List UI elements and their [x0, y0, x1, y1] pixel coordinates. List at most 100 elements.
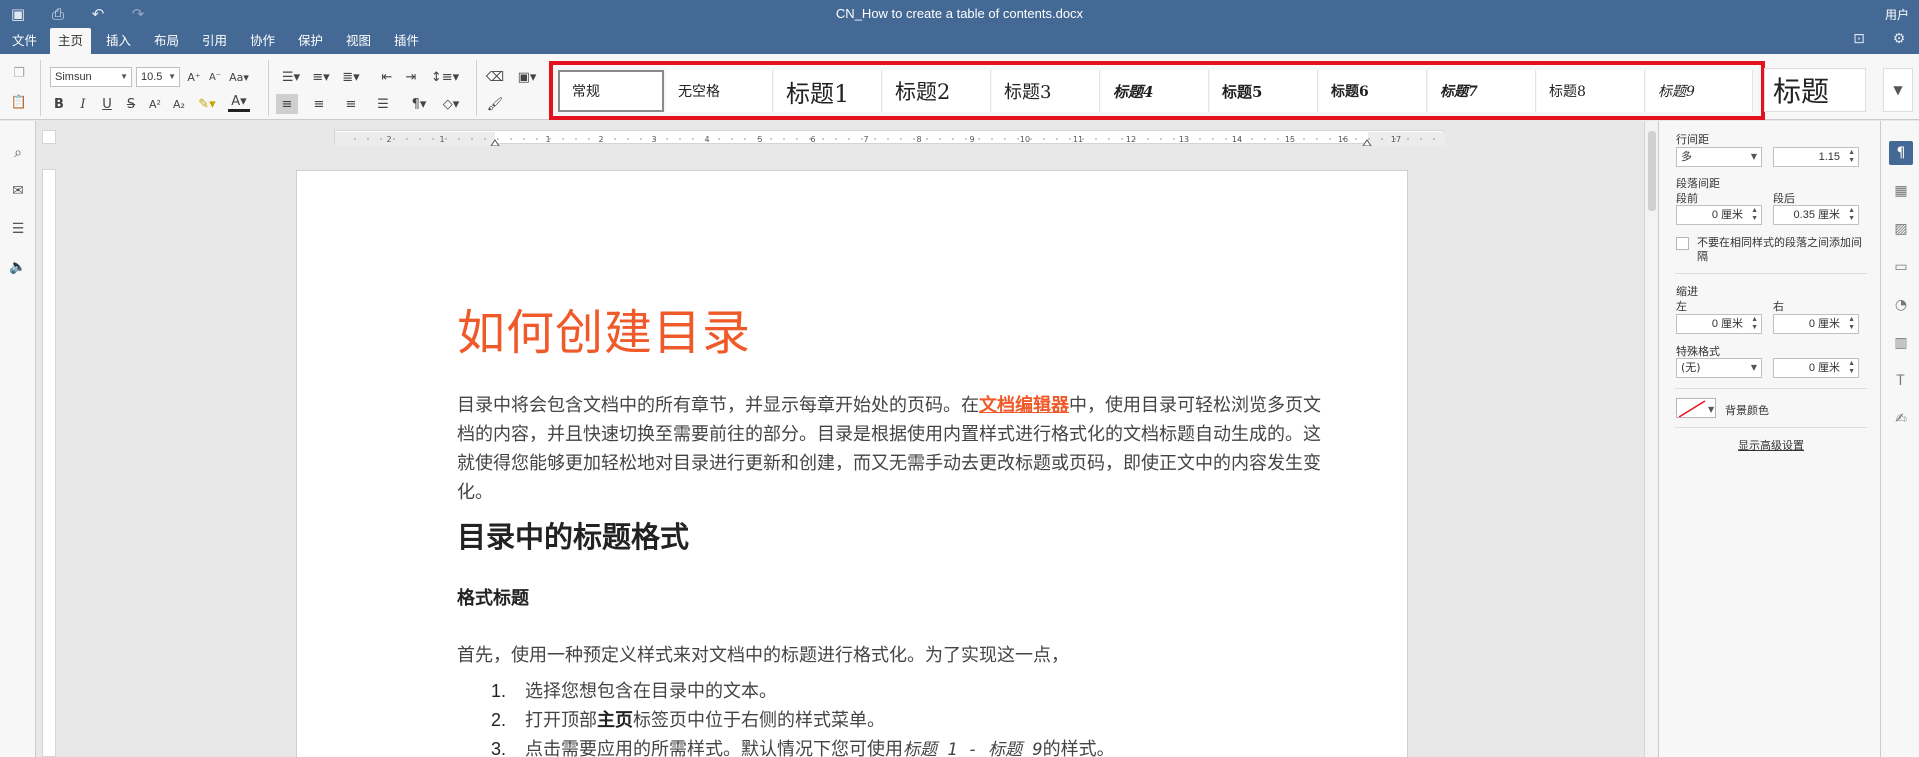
tab-insert[interactable]: 插入: [98, 28, 139, 54]
tab-plugins[interactable]: 插件: [386, 28, 427, 54]
spinner-icon[interactable]: ▲ ▼: [1848, 207, 1855, 223]
spacing-after-input[interactable]: 0.35 厘米 ▲ ▼: [1773, 205, 1859, 225]
clear-style-icon[interactable]: ⌫: [484, 67, 506, 87]
intro-paragraph[interactable]: 目录中将会包含文档中的所有章节，并显示每章开始处的页码。在文档编辑器中，使用目录…: [457, 391, 1322, 507]
style-no-spacing[interactable]: 无空格: [666, 70, 773, 112]
increase-indent-icon[interactable]: ⇥: [400, 67, 422, 87]
bold-icon[interactable]: B: [48, 94, 70, 114]
line-spacing-icon[interactable]: ↕≡▾: [431, 67, 459, 87]
change-case-icon[interactable]: Aa▾: [228, 67, 250, 87]
no-space-checkbox[interactable]: [1676, 237, 1689, 250]
style-heading-3[interactable]: 标题3: [992, 70, 1100, 112]
style-title[interactable]: 标题: [1764, 68, 1866, 112]
decrease-font-icon[interactable]: A⁻: [204, 67, 226, 87]
shading-icon[interactable]: ◇▾: [440, 94, 462, 114]
image-settings-icon[interactable]: ▨: [1889, 217, 1913, 241]
style-heading-5[interactable]: 标题5: [1210, 70, 1318, 112]
header-footer-icon[interactable]: ▭: [1889, 255, 1913, 279]
settings-icon[interactable]: ⚙: [1889, 31, 1909, 51]
section-heading[interactable]: 目录中的标题格式: [457, 514, 689, 556]
spacing-before-input[interactable]: 0 厘米 ▲ ▼: [1676, 205, 1762, 225]
list-item[interactable]: 1. 选择您想包含在目录中的文本。: [491, 677, 777, 703]
open-location-icon[interactable]: ⊡: [1849, 31, 1869, 51]
line-spacing-input[interactable]: 1.15 ▲ ▼: [1773, 147, 1859, 167]
horizontal-ruler[interactable]: 211234567891011121314151617: [334, 130, 1445, 147]
tab-references[interactable]: 引用: [194, 28, 235, 54]
tab-stop-selector[interactable]: [42, 130, 56, 144]
indent-right-input[interactable]: 0 厘米 ▲ ▼: [1773, 314, 1859, 334]
multilevel-list-icon[interactable]: ≣▾: [340, 67, 362, 87]
style-heading-8[interactable]: 标题8: [1537, 70, 1645, 112]
spinner-icon[interactable]: ▲ ▼: [1848, 360, 1855, 376]
ruler-number: 11: [1073, 135, 1083, 144]
special-format-amount-input[interactable]: 0 厘米 ▲ ▼: [1773, 358, 1859, 378]
font-size-select[interactable]: 10.5 ▼: [136, 67, 180, 87]
document-editor-link[interactable]: 文档编辑器: [979, 395, 1069, 416]
font-color-icon[interactable]: A▾: [228, 94, 250, 112]
increase-font-icon[interactable]: A⁺: [183, 67, 205, 87]
underline-icon[interactable]: U: [96, 94, 118, 114]
scrollbar-thumb[interactable]: [1648, 131, 1656, 211]
spinner-icon[interactable]: ▲ ▼: [1751, 207, 1758, 223]
format-painter-icon[interactable]: 🖌: [484, 94, 506, 114]
spinner-icon[interactable]: ▲ ▼: [1848, 316, 1855, 332]
chart-settings-icon[interactable]: ▥: [1889, 331, 1913, 355]
chevron-down-icon[interactable]: ▼: [1883, 68, 1913, 112]
style-heading-7[interactable]: 标题7: [1428, 70, 1536, 112]
table-settings-icon[interactable]: ▦: [1889, 179, 1913, 203]
list-item[interactable]: 3. 点击需要应用的所需样式。默认情况下您可使用标题 1 - 标题 9的样式。: [491, 735, 1115, 757]
spinner-icon[interactable]: ▲ ▼: [1751, 316, 1758, 332]
paragraph-settings-icon[interactable]: ¶: [1889, 141, 1913, 165]
style-heading-9[interactable]: 标题9: [1646, 70, 1753, 112]
tab-view[interactable]: 视图: [338, 28, 379, 54]
italic-icon[interactable]: I: [72, 94, 94, 114]
numbered-list-icon[interactable]: ≡▾: [310, 67, 332, 87]
list-item[interactable]: 2. 打开顶部主页标签页中位于右侧的样式菜单。: [491, 706, 885, 732]
paste-icon[interactable]: 📋: [8, 92, 30, 112]
background-color-picker[interactable]: ▼: [1676, 398, 1716, 418]
vertical-scrollbar[interactable]: [1644, 121, 1658, 757]
pilcrow-icon[interactable]: ¶▾: [408, 94, 430, 114]
vertical-ruler[interactable]: [42, 169, 56, 757]
signature-icon[interactable]: ✍: [1889, 407, 1913, 431]
tab-layout[interactable]: 布局: [146, 28, 187, 54]
shape-settings-icon[interactable]: ◔: [1889, 293, 1913, 317]
subscript-icon[interactable]: A₂: [168, 94, 190, 114]
spinner-icon[interactable]: ▲ ▼: [1848, 149, 1855, 165]
special-format-select[interactable]: (无) ▼: [1676, 358, 1762, 378]
align-left-icon[interactable]: ≡: [276, 94, 298, 114]
indent-left-input[interactable]: 0 厘米 ▲ ▼: [1676, 314, 1762, 334]
superscript-icon[interactable]: A²: [144, 94, 166, 114]
style-heading-1[interactable]: 标题1: [774, 70, 882, 112]
align-right-icon[interactable]: ≡: [340, 94, 362, 114]
body-paragraph[interactable]: 首先，使用一种预定义样式来对文档中的标题进行格式化。为了实现这一点，: [457, 641, 1322, 667]
strikethrough-icon[interactable]: S: [120, 94, 142, 114]
copy-icon[interactable]: ❐: [8, 63, 30, 83]
style-heading-6[interactable]: 标题6: [1319, 70, 1427, 112]
align-center-icon[interactable]: ≡: [308, 94, 330, 114]
navigation-icon[interactable]: ☰: [8, 221, 28, 241]
style-heading-4[interactable]: 标题4: [1101, 70, 1209, 112]
comments-icon[interactable]: ✉: [8, 183, 28, 203]
font-name-select[interactable]: Simsun ▼: [50, 67, 132, 87]
document-page[interactable]: 如何创建目录 目录中将会包含文档中的所有章节，并显示每章开始处的页码。在文档编辑…: [296, 170, 1408, 757]
textart-settings-icon[interactable]: Ꭲ: [1889, 369, 1913, 393]
show-advanced-settings-link[interactable]: 显示高级设置: [1675, 437, 1867, 453]
tab-file[interactable]: 文件: [4, 28, 45, 54]
tab-protection[interactable]: 保护: [290, 28, 331, 54]
bullet-list-icon[interactable]: ☰▾: [280, 67, 302, 87]
speaker-icon[interactable]: 🔈: [8, 259, 28, 279]
highlight-icon[interactable]: ✎▾: [196, 94, 218, 114]
justify-icon[interactable]: ☰: [372, 94, 394, 114]
tab-home[interactable]: 主页: [50, 28, 92, 54]
line-spacing-mode-select[interactable]: 多 ▼: [1676, 147, 1762, 167]
subsection-heading[interactable]: 格式标题: [457, 584, 529, 610]
search-icon[interactable]: ⌕: [8, 145, 28, 165]
decrease-indent-icon[interactable]: ⇤: [376, 67, 398, 87]
user-label[interactable]: 用户: [1885, 6, 1909, 23]
style-heading-2[interactable]: 标题2: [883, 70, 991, 112]
copy-style-icon[interactable]: ▣▾: [516, 67, 538, 87]
document-title-heading[interactable]: 如何创建目录: [457, 293, 751, 363]
tab-collaboration[interactable]: 协作: [242, 28, 283, 54]
style-normal[interactable]: 常规: [558, 70, 664, 112]
